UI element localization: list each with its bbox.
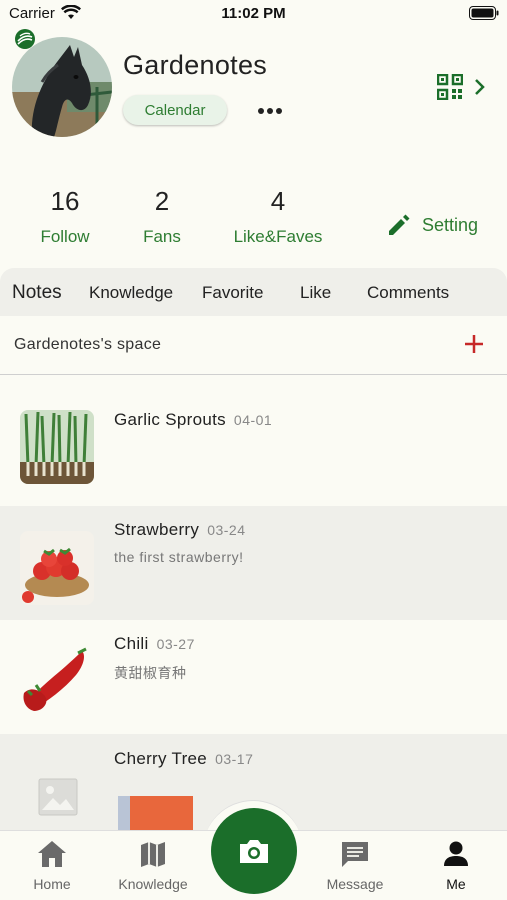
- tab-bar: Notes Knowledge Favorite Like Comments: [0, 268, 507, 316]
- horse-photo: [12, 37, 112, 137]
- camera-icon: [240, 840, 268, 863]
- like-faves-label: Like&Faves: [233, 227, 323, 246]
- nav-me-label: Me: [446, 876, 466, 892]
- follow-count: 16: [50, 186, 80, 216]
- note-title-row: Chili 03-27: [114, 634, 195, 654]
- username: Gardenotes: [123, 50, 268, 80]
- tab-like[interactable]: Like: [300, 283, 331, 303]
- space-header: Gardenotes's space: [0, 316, 507, 375]
- message-icon: [342, 842, 368, 867]
- note-subtitle: 黄甜椒育种: [114, 665, 187, 681]
- app-logo-icon: [15, 29, 35, 49]
- tab-comments[interactable]: Comments: [367, 283, 449, 303]
- note-thumbnail: [20, 410, 94, 484]
- note-image-preview: [118, 796, 193, 830]
- status-bar: Carrier 11:02 PM: [0, 0, 507, 28]
- nav-message[interactable]: Message: [318, 839, 392, 892]
- note-date: 04-01: [233, 412, 273, 428]
- nav-knowledge-label: Knowledge: [118, 876, 188, 892]
- home-icon: [38, 841, 66, 867]
- note-title-row: Strawberry 03-24: [114, 520, 246, 540]
- note-title: Cherry Tree: [114, 749, 208, 768]
- camera-button[interactable]: [211, 808, 297, 894]
- stat-like-faves[interactable]: 4 Like&Faves: [222, 186, 334, 247]
- nav-message-label: Message: [326, 876, 384, 892]
- qr-code-icon[interactable]: [437, 74, 463, 100]
- tab-notes[interactable]: Notes: [12, 282, 62, 304]
- image-placeholder-icon: [38, 778, 78, 816]
- add-note-icon[interactable]: [463, 333, 485, 355]
- fans-count: 2: [154, 186, 170, 216]
- calendar-button[interactable]: Calendar: [123, 95, 227, 125]
- avatar[interactable]: [12, 29, 112, 137]
- note-title: Garlic Sprouts: [114, 410, 226, 429]
- note-title: Strawberry: [114, 520, 200, 539]
- note-title: Chili: [114, 634, 149, 653]
- nav-home-label: Home: [33, 876, 71, 892]
- list-item[interactable]: Garlic Sprouts 04-01: [0, 392, 507, 506]
- note-date: 03-27: [156, 636, 195, 652]
- stat-follow[interactable]: 16 Follow: [25, 186, 105, 247]
- note-title-row: Cherry Tree 03-17: [114, 749, 253, 769]
- nav-me[interactable]: Me: [430, 839, 482, 892]
- follow-label: Follow: [40, 227, 90, 246]
- fans-label: Fans: [143, 227, 181, 246]
- pencil-icon: [389, 214, 410, 235]
- note-thumbnail: [20, 531, 94, 605]
- person-icon: [444, 841, 468, 866]
- note-subtitle: the first strawberry!: [114, 549, 244, 565]
- note-thumbnail: [20, 645, 94, 719]
- note-date: 03-17: [215, 751, 254, 767]
- tab-favorite[interactable]: Favorite: [202, 283, 263, 303]
- battery-icon: [469, 6, 499, 20]
- note-title-row: Garlic Sprouts 04-01: [114, 410, 272, 430]
- chevron-right-icon[interactable]: [474, 78, 486, 96]
- stat-fans[interactable]: 2 Fans: [122, 186, 202, 247]
- list-item[interactable]: Strawberry 03-24 the first strawberry!: [0, 506, 507, 620]
- note-date: 03-24: [207, 522, 246, 538]
- setting-label: Setting: [422, 214, 479, 235]
- status-time: 11:02 PM: [221, 5, 286, 22]
- like-faves-count: 4: [270, 186, 286, 216]
- list-item[interactable]: Chili 03-27 黄甜椒育种: [0, 620, 507, 734]
- more-icon[interactable]: [256, 105, 284, 117]
- nav-knowledge[interactable]: Knowledge: [108, 839, 198, 892]
- nav-home[interactable]: Home: [22, 839, 82, 892]
- map-icon: [141, 842, 165, 867]
- space-label: Gardenotes's space: [14, 336, 162, 353]
- tab-knowledge[interactable]: Knowledge: [89, 283, 173, 303]
- setting-button[interactable]: Setting: [386, 212, 478, 238]
